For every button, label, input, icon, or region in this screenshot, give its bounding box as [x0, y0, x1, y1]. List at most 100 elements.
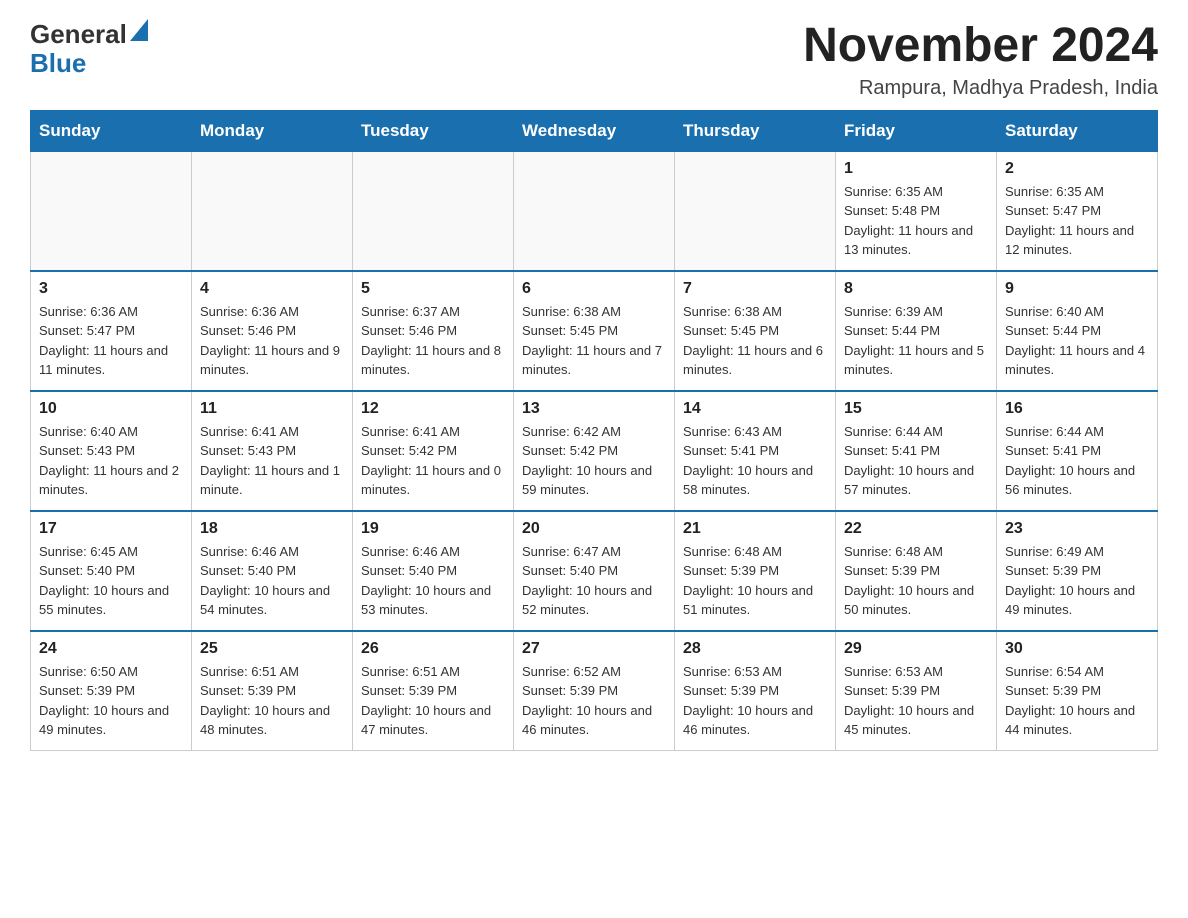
day-info: Sunrise: 6:47 AM Sunset: 5:40 PM Dayligh… [522, 542, 666, 620]
day-info: Sunrise: 6:36 AM Sunset: 5:46 PM Dayligh… [200, 302, 344, 380]
day-number: 27 [522, 640, 666, 658]
day-info: Sunrise: 6:35 AM Sunset: 5:48 PM Dayligh… [844, 182, 988, 260]
day-number: 25 [200, 640, 344, 658]
calendar-week-3: 10Sunrise: 6:40 AM Sunset: 5:43 PM Dayli… [31, 391, 1158, 511]
calendar-cell: 21 Sunrise: 6:48 AM Sunset: 5:39 PM Dayli… [675, 511, 836, 631]
day-info: Sunrise: 6:50 AM Sunset: 5:39 PM Dayligh… [39, 662, 183, 740]
day-info: Sunrise: 6:41 AM Sunset: 5:42 PM Dayligh… [361, 422, 505, 500]
calendar-cell: 19 Sunrise: 6:46 AM Sunset: 5:40 PM Dayli… [353, 511, 514, 631]
day-number: 12 [361, 400, 505, 418]
calendar-cell [192, 151, 353, 271]
calendar-cell: 8Sunrise: 6:39 AM Sunset: 5:44 PM Daylig… [836, 271, 997, 391]
calendar-cell: 22Sunrise: 6:48 AM Sunset: 5:39 PM Dayli… [836, 511, 997, 631]
day-info: Sunrise: 6:51 AM Sunset: 5:39 PM Dayligh… [361, 662, 505, 740]
calendar-cell: 7 Sunrise: 6:38 AM Sunset: 5:45 PM Daylig… [675, 271, 836, 391]
day-info: Sunrise: 6:54 AM Sunset: 5:39 PM Dayligh… [1005, 662, 1149, 740]
day-info: Sunrise: 6:38 AM Sunset: 5:45 PM Dayligh… [683, 302, 827, 380]
calendar-cell: 27 Sunrise: 6:52 AM Sunset: 5:39 PM Dayli… [514, 631, 675, 751]
calendar-cell: 1 Sunrise: 6:35 AM Sunset: 5:48 PM Daylig… [836, 151, 997, 271]
day-info: Sunrise: 6:40 AM Sunset: 5:43 PM Dayligh… [39, 422, 183, 500]
day-info: Sunrise: 6:48 AM Sunset: 5:39 PM Dayligh… [683, 542, 827, 620]
logo-triangle-icon [130, 19, 148, 41]
day-info: Sunrise: 6:40 AM Sunset: 5:44 PM Dayligh… [1005, 302, 1149, 380]
day-info: Sunrise: 6:51 AM Sunset: 5:39 PM Dayligh… [200, 662, 344, 740]
logo-general: General [30, 20, 127, 49]
calendar-cell [514, 151, 675, 271]
day-info: Sunrise: 6:39 AM Sunset: 5:44 PM Dayligh… [844, 302, 988, 380]
day-info: Sunrise: 6:46 AM Sunset: 5:40 PM Dayligh… [200, 542, 344, 620]
calendar-cell: 30 Sunrise: 6:54 AM Sunset: 5:39 PM Dayli… [997, 631, 1158, 751]
calendar-cell: 13Sunrise: 6:42 AM Sunset: 5:42 PM Dayli… [514, 391, 675, 511]
calendar-cell [31, 151, 192, 271]
calendar-cell: 6 Sunrise: 6:38 AM Sunset: 5:45 PM Daylig… [514, 271, 675, 391]
day-number: 17 [39, 520, 183, 538]
calendar-week-1: 1 Sunrise: 6:35 AM Sunset: 5:48 PM Daylig… [31, 151, 1158, 271]
day-info: Sunrise: 6:43 AM Sunset: 5:41 PM Dayligh… [683, 422, 827, 500]
logo-blue: Blue [30, 48, 86, 78]
day-number: 2 [1005, 160, 1149, 178]
day-number: 23 [1005, 520, 1149, 538]
day-info: Sunrise: 6:38 AM Sunset: 5:45 PM Dayligh… [522, 302, 666, 380]
day-info: Sunrise: 6:37 AM Sunset: 5:46 PM Dayligh… [361, 302, 505, 380]
calendar-cell: 14 Sunrise: 6:43 AM Sunset: 5:41 PM Dayli… [675, 391, 836, 511]
day-number: 4 [200, 280, 344, 298]
day-header-sunday: Sunday [31, 110, 192, 151]
day-number: 28 [683, 640, 827, 658]
day-number: 30 [1005, 640, 1149, 658]
day-info: Sunrise: 6:36 AM Sunset: 5:47 PM Dayligh… [39, 302, 183, 380]
day-number: 29 [844, 640, 988, 658]
day-info: Sunrise: 6:46 AM Sunset: 5:40 PM Dayligh… [361, 542, 505, 620]
calendar-cell: 2Sunrise: 6:35 AM Sunset: 5:47 PM Daylig… [997, 151, 1158, 271]
calendar-cell: 29 Sunrise: 6:53 AM Sunset: 5:39 PM Dayli… [836, 631, 997, 751]
day-info: Sunrise: 6:41 AM Sunset: 5:43 PM Dayligh… [200, 422, 344, 500]
day-info: Sunrise: 6:49 AM Sunset: 5:39 PM Dayligh… [1005, 542, 1149, 620]
calendar-cell: 20Sunrise: 6:47 AM Sunset: 5:40 PM Dayli… [514, 511, 675, 631]
day-number: 14 [683, 400, 827, 418]
day-info: Sunrise: 6:45 AM Sunset: 5:40 PM Dayligh… [39, 542, 183, 620]
day-number: 5 [361, 280, 505, 298]
day-header-saturday: Saturday [997, 110, 1158, 151]
day-header-thursday: Thursday [675, 110, 836, 151]
month-title: November 2024 [803, 20, 1158, 73]
day-info: Sunrise: 6:52 AM Sunset: 5:39 PM Dayligh… [522, 662, 666, 740]
day-number: 1 [844, 160, 988, 178]
calendar-header-row: SundayMondayTuesdayWednesdayThursdayFrid… [31, 110, 1158, 151]
day-info: Sunrise: 6:48 AM Sunset: 5:39 PM Dayligh… [844, 542, 988, 620]
calendar-cell: 11 Sunrise: 6:41 AM Sunset: 5:43 PM Dayli… [192, 391, 353, 511]
day-number: 16 [1005, 400, 1149, 418]
logo: General Blue [30, 20, 148, 77]
day-header-monday: Monday [192, 110, 353, 151]
day-number: 26 [361, 640, 505, 658]
calendar-cell: 23 Sunrise: 6:49 AM Sunset: 5:39 PM Dayli… [997, 511, 1158, 631]
day-number: 6 [522, 280, 666, 298]
calendar-cell: 9 Sunrise: 6:40 AM Sunset: 5:44 PM Daylig… [997, 271, 1158, 391]
day-number: 11 [200, 400, 344, 418]
calendar-week-2: 3 Sunrise: 6:36 AM Sunset: 5:47 PM Daylig… [31, 271, 1158, 391]
day-number: 3 [39, 280, 183, 298]
day-info: Sunrise: 6:44 AM Sunset: 5:41 PM Dayligh… [1005, 422, 1149, 500]
calendar-week-4: 17 Sunrise: 6:45 AM Sunset: 5:40 PM Dayli… [31, 511, 1158, 631]
page-header: General Blue November 2024 Rampura, Madh… [30, 20, 1158, 100]
calendar-cell: 18 Sunrise: 6:46 AM Sunset: 5:40 PM Dayli… [192, 511, 353, 631]
calendar-cell: 4 Sunrise: 6:36 AM Sunset: 5:46 PM Daylig… [192, 271, 353, 391]
calendar-cell: 28 Sunrise: 6:53 AM Sunset: 5:39 PM Dayli… [675, 631, 836, 751]
calendar-cell [353, 151, 514, 271]
day-info: Sunrise: 6:42 AM Sunset: 5:42 PM Dayligh… [522, 422, 666, 500]
day-info: Sunrise: 6:53 AM Sunset: 5:39 PM Dayligh… [683, 662, 827, 740]
day-number: 19 [361, 520, 505, 538]
calendar-cell: 24Sunrise: 6:50 AM Sunset: 5:39 PM Dayli… [31, 631, 192, 751]
calendar-cell [675, 151, 836, 271]
day-header-friday: Friday [836, 110, 997, 151]
day-number: 21 [683, 520, 827, 538]
day-number: 9 [1005, 280, 1149, 298]
day-info: Sunrise: 6:44 AM Sunset: 5:41 PM Dayligh… [844, 422, 988, 500]
day-number: 7 [683, 280, 827, 298]
day-number: 15 [844, 400, 988, 418]
day-header-tuesday: Tuesday [353, 110, 514, 151]
location: Rampura, Madhya Pradesh, India [803, 77, 1158, 100]
calendar-cell: 17 Sunrise: 6:45 AM Sunset: 5:40 PM Dayli… [31, 511, 192, 631]
day-number: 18 [200, 520, 344, 538]
calendar-cell: 25 Sunrise: 6:51 AM Sunset: 5:39 PM Dayli… [192, 631, 353, 751]
day-header-wednesday: Wednesday [514, 110, 675, 151]
day-info: Sunrise: 6:53 AM Sunset: 5:39 PM Dayligh… [844, 662, 988, 740]
